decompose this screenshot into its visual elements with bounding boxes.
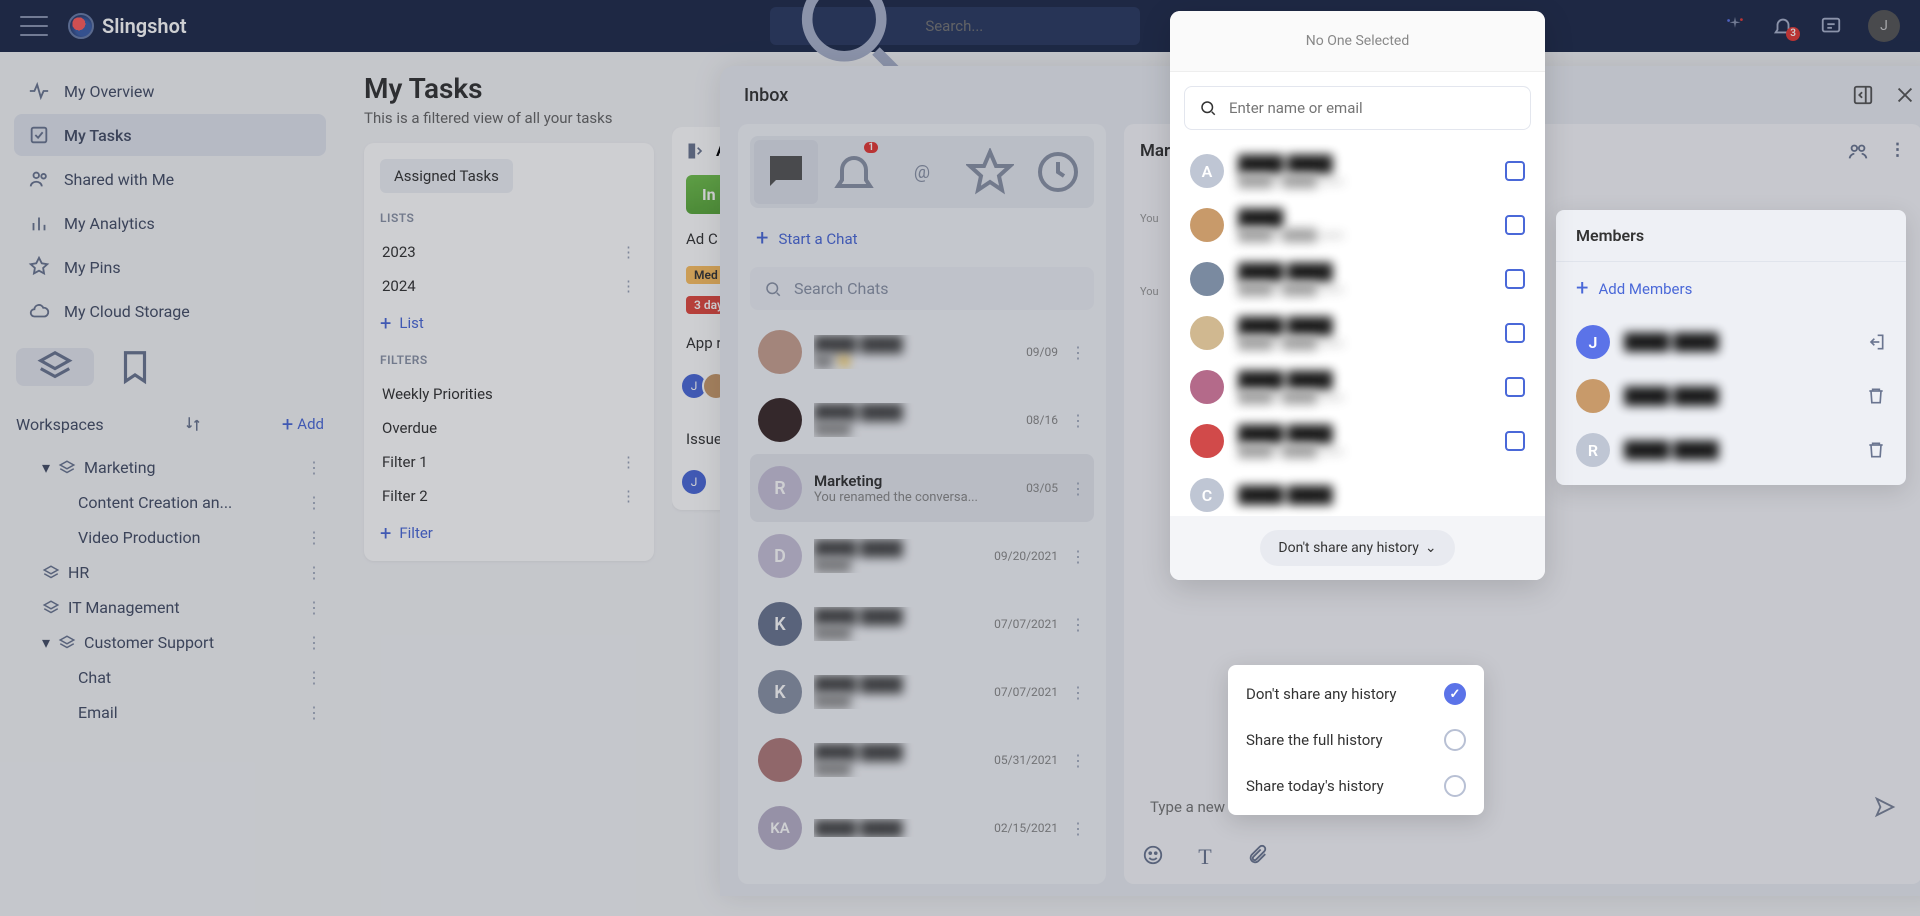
history-share-dropdown[interactable]: Don't share any history⌄ [1260,530,1454,566]
person-row[interactable]: ████ ████████@████.com [1170,360,1545,414]
person-row[interactable]: ████ ████████@████.com [1170,414,1545,468]
popover-footer: Don't share any history⌄ [1170,516,1545,580]
members-popover: Members +Add Members J████ ████ ████ ███… [1556,210,1906,485]
checkbox[interactable] [1505,215,1525,235]
add-people-popover: No One Selected A████ ████████@████.com … [1170,11,1545,580]
radio-icon [1444,775,1466,797]
person-row[interactable]: ████████@████.com [1170,198,1545,252]
member-row: R████ ████ [1556,423,1906,477]
checkbox[interactable] [1505,377,1525,397]
leave-icon[interactable] [1866,332,1886,352]
menu-option[interactable]: Share the full history [1228,717,1484,763]
trash-icon[interactable] [1866,440,1886,460]
checkbox[interactable] [1505,323,1525,343]
people-search[interactable] [1184,86,1531,130]
add-members-button[interactable]: +Add Members [1556,262,1906,315]
people-list: A████ ████████@████.com ████████@████.co… [1170,144,1545,516]
person-row[interactable]: A████ ████████@████.com [1170,144,1545,198]
search-icon [1199,99,1217,117]
person-row[interactable]: ████ ████████@████.com [1170,252,1545,306]
people-search-input[interactable] [1229,99,1516,117]
person-row[interactable]: ████ ████████@████.com [1170,306,1545,360]
member-row: ████ ████ [1556,369,1906,423]
menu-option[interactable]: Don't share any history [1228,671,1484,717]
trash-icon[interactable] [1866,386,1886,406]
menu-option[interactable]: Share today's history [1228,763,1484,809]
chevron-down-icon: ⌄ [1425,540,1437,556]
members-title: Members [1556,210,1906,262]
radio-selected-icon [1444,683,1466,705]
radio-icon [1444,729,1466,751]
checkbox[interactable] [1505,161,1525,181]
checkbox[interactable] [1505,269,1525,289]
selection-summary: No One Selected [1170,11,1545,72]
checkbox[interactable] [1505,431,1525,451]
history-share-menu: Don't share any history Share the full h… [1228,665,1484,815]
person-row[interactable]: C████ ████ [1170,468,1545,516]
member-row: J████ ████ [1556,315,1906,369]
